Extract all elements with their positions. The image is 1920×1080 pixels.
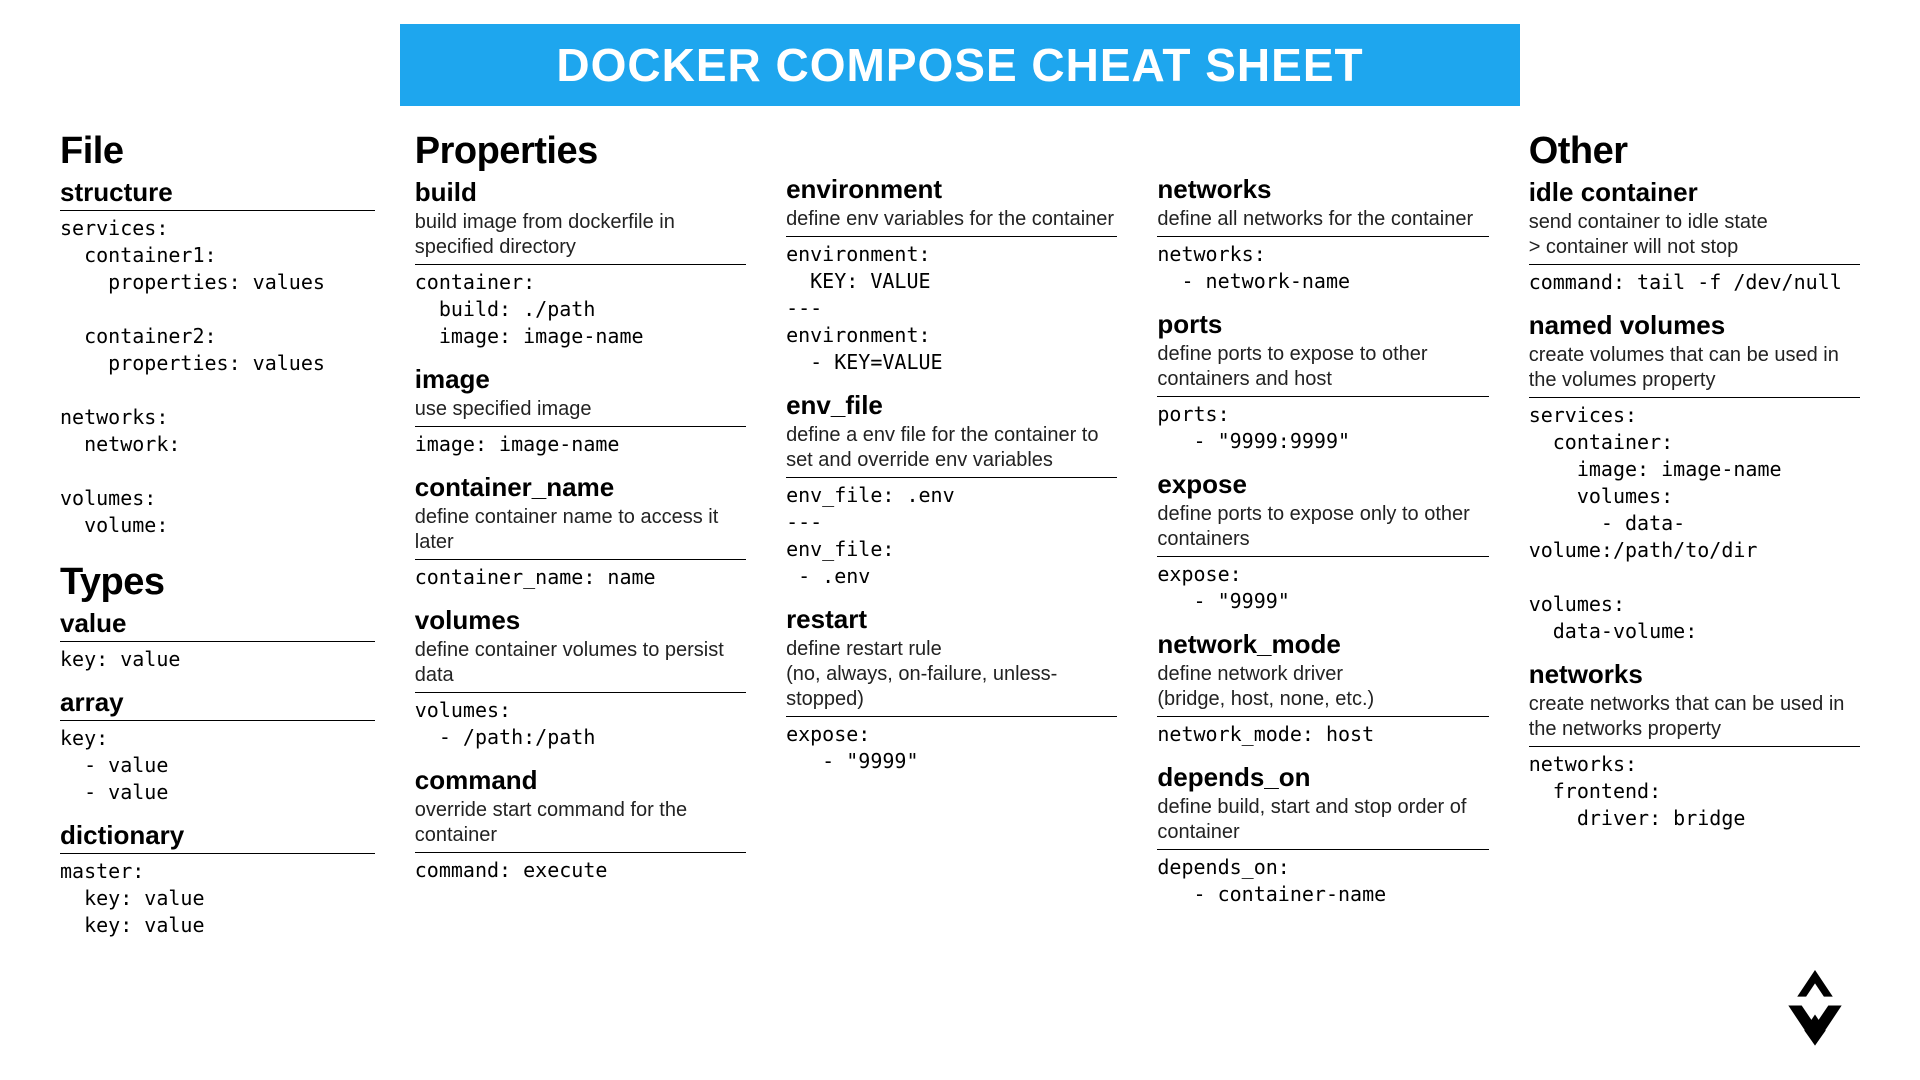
separator xyxy=(1157,236,1488,237)
content-columns: File structure services: container1: pro… xyxy=(60,124,1860,941)
desc-other-networks: create networks that can be used in the … xyxy=(1529,692,1860,742)
desc-build: build image from dockerfile in specified… xyxy=(415,210,746,260)
code-environment: environment: KEY: VALUE --- environment:… xyxy=(786,241,1117,376)
sub-build: build xyxy=(415,177,746,208)
separator xyxy=(60,641,375,642)
sub-environment: environment xyxy=(786,174,1117,205)
desc-depends-on: define build, start and stop order of co… xyxy=(1157,795,1488,845)
desc-named-volumes: create volumes that can be used in the v… xyxy=(1529,343,1860,393)
code-network-mode: network_mode: host xyxy=(1157,721,1488,748)
sub-named-volumes: named volumes xyxy=(1529,310,1860,341)
heading-types: Types xyxy=(60,561,375,604)
column-other: Other idle container send container to i… xyxy=(1529,124,1860,941)
code-image: image: image-name xyxy=(415,431,746,458)
sub-command: command xyxy=(415,765,746,796)
column-properties-b: environment define env variables for the… xyxy=(786,124,1117,941)
separator xyxy=(415,426,746,427)
separator xyxy=(415,264,746,265)
separator xyxy=(786,716,1117,717)
separator xyxy=(415,852,746,853)
separator xyxy=(1157,556,1488,557)
desc-networks: define all networks for the container xyxy=(1157,207,1488,232)
code-restart: expose: - "9999" xyxy=(786,721,1117,775)
sub-ports: ports xyxy=(1157,309,1488,340)
separator xyxy=(60,720,375,721)
heading-file: File xyxy=(60,130,375,173)
desc-volumes: define container volumes to persist data xyxy=(415,638,746,688)
desc-command: override start command for the container xyxy=(415,798,746,848)
sub-volumes: volumes xyxy=(415,605,746,636)
code-idle-container: command: tail -f /dev/null xyxy=(1529,269,1860,296)
separator xyxy=(786,236,1117,237)
sub-network-mode: network_mode xyxy=(1157,629,1488,660)
column-file-types: File structure services: container1: pro… xyxy=(60,124,375,941)
separator xyxy=(415,692,746,693)
column-properties-a: Properties build build image from docker… xyxy=(415,124,746,941)
desc-env-file: define a env file for the container to s… xyxy=(786,423,1117,473)
separator xyxy=(1157,849,1488,850)
sub-value: value xyxy=(60,608,375,639)
sub-depends-on: depends_on xyxy=(1157,762,1488,793)
desc-container-name: define container name to access it later xyxy=(415,505,746,555)
separator xyxy=(1529,746,1860,747)
code-build: container: build: ./path image: image-na… xyxy=(415,269,746,350)
sub-dictionary: dictionary xyxy=(60,820,375,851)
logo-icon xyxy=(1770,970,1860,1050)
heading-other: Other xyxy=(1529,130,1860,173)
sub-structure: structure xyxy=(60,177,375,208)
heading-properties: Properties xyxy=(415,130,746,173)
separator xyxy=(415,559,746,560)
code-depends-on: depends_on: - container-name xyxy=(1157,854,1488,908)
separator xyxy=(1157,716,1488,717)
code-command: command: execute xyxy=(415,857,746,884)
code-container-name: container_name: name xyxy=(415,564,746,591)
code-volumes: volumes: - /path:/path xyxy=(415,697,746,751)
code-array: key: - value - value xyxy=(60,725,375,806)
page-title: DOCKER COMPOSE CHEAT SHEET xyxy=(400,24,1520,106)
desc-network-mode: define network driver (bridge, host, non… xyxy=(1157,662,1488,712)
sub-networks: networks xyxy=(1157,174,1488,205)
desc-image: use specified image xyxy=(415,397,746,422)
sub-expose: expose xyxy=(1157,469,1488,500)
desc-expose: define ports to expose only to other con… xyxy=(1157,502,1488,552)
sub-container-name: container_name xyxy=(415,472,746,503)
code-dictionary: master: key: value key: value xyxy=(60,858,375,939)
code-named-volumes: services: container: image: image-name v… xyxy=(1529,402,1860,645)
sub-array: array xyxy=(60,687,375,718)
sub-other-networks: networks xyxy=(1529,659,1860,690)
code-other-networks: networks: frontend: driver: bridge xyxy=(1529,751,1860,832)
column-properties-c: networks define all networks for the con… xyxy=(1157,124,1488,941)
code-ports: ports: - "9999:9999" xyxy=(1157,401,1488,455)
code-structure: services: container1: properties: values… xyxy=(60,215,375,539)
sub-image: image xyxy=(415,364,746,395)
code-env-file: env_file: .env --- env_file: - .env xyxy=(786,482,1117,590)
sub-idle-container: idle container xyxy=(1529,177,1860,208)
desc-ports: define ports to expose to other containe… xyxy=(1157,342,1488,392)
code-expose: expose: - "9999" xyxy=(1157,561,1488,615)
separator xyxy=(1529,264,1860,265)
code-value: key: value xyxy=(60,646,375,673)
separator xyxy=(60,210,375,211)
separator xyxy=(60,853,375,854)
desc-restart: define restart rule (no, always, on-fail… xyxy=(786,637,1117,712)
sub-env-file: env_file xyxy=(786,390,1117,421)
sub-restart: restart xyxy=(786,604,1117,635)
desc-environment: define env variables for the container xyxy=(786,207,1117,232)
separator xyxy=(786,477,1117,478)
separator xyxy=(1529,397,1860,398)
separator xyxy=(1157,396,1488,397)
code-networks: networks: - network-name xyxy=(1157,241,1488,295)
desc-idle-container: send container to idle state > container… xyxy=(1529,210,1860,260)
